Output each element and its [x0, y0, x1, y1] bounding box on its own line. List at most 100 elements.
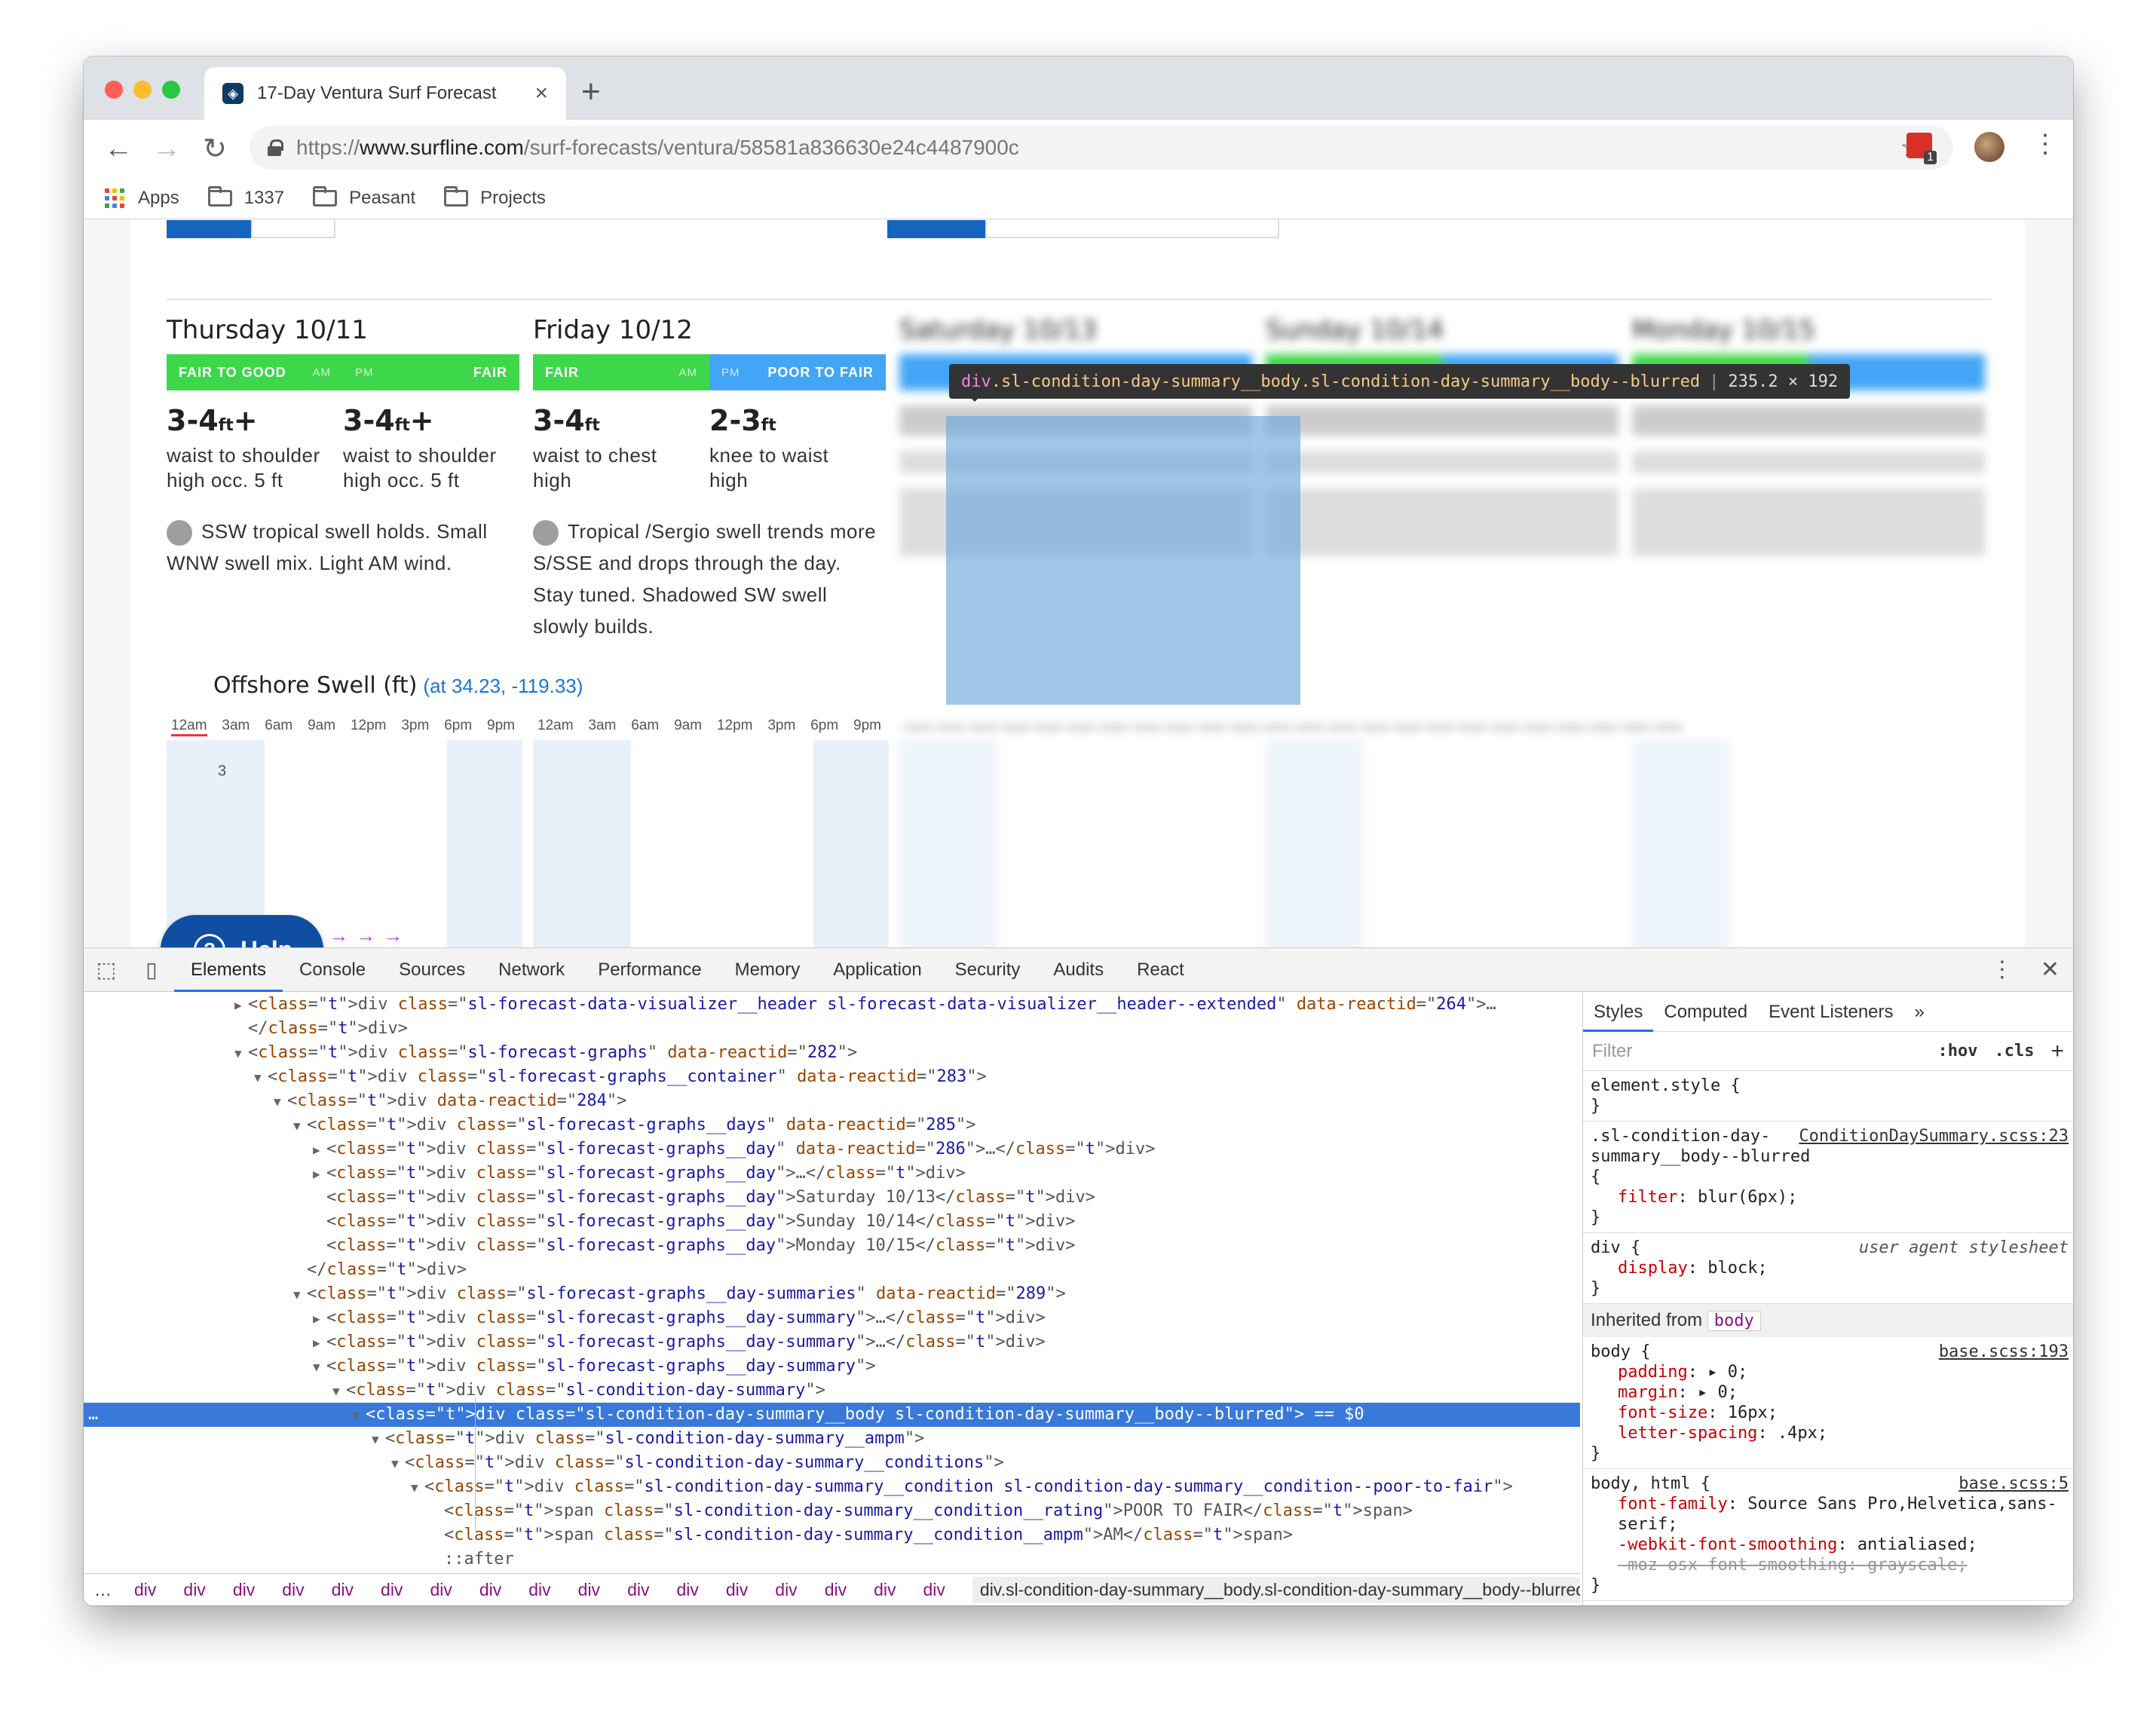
bookmark-folder-projects[interactable]: Projects [444, 185, 546, 209]
devtools-menu-icon[interactable]: ⋮ [1991, 956, 2014, 983]
expand-toggle-icon: ▼ [391, 1456, 399, 1471]
breadcrumb-item[interactable]: div [825, 1580, 847, 1600]
device-toolbar-icon[interactable]: ▯ [129, 957, 174, 982]
dom-node-row[interactable]: ▶ <class="t">div class="sl-forecast-graph… [84, 1306, 1580, 1330]
breadcrumb-item[interactable]: div [282, 1580, 304, 1600]
am-height: 3-4ft [533, 404, 600, 437]
breadcrumb-item[interactable]: div [332, 1580, 354, 1600]
dom-node-row[interactable]: </class="t">div> [84, 1017, 1580, 1041]
tab-performance[interactable]: Performance [581, 948, 718, 992]
dom-node-row[interactable]: ▼ <class="t">div class="sl-forecast-graph… [84, 1113, 1580, 1137]
css-rule[interactable]: .sl-condition-day-summary__body--blurred… [1583, 1122, 2073, 1233]
inspect-element-icon[interactable]: ⬚ [84, 957, 129, 982]
tab-audits[interactable]: Audits [1037, 948, 1120, 992]
view-toggle-graph[interactable] [167, 220, 251, 238]
breadcrumb-item[interactable]: div [627, 1580, 649, 1600]
breadcrumb-item[interactable]: div [479, 1580, 501, 1600]
breadcrumb-item[interactable]: div [775, 1580, 797, 1600]
address-bar[interactable]: https://www.surfline.com/surf-forecasts/… [250, 126, 1953, 170]
breadcrumb-current[interactable]: div.sl-condition-day-summary__body.sl-co… [972, 1577, 1580, 1603]
tab-console[interactable]: Console [283, 948, 382, 992]
browser-menu-icon[interactable]: ⋮ [2032, 129, 2058, 159]
elements-tree[interactable]: ▶ <class="t">div class="sl-forecast-data-… [84, 993, 1580, 1573]
hov-toggle[interactable]: :hov [1938, 1042, 1978, 1060]
dom-node-row[interactable]: <class="t">div class="sl-forecast-graphs… [84, 1186, 1580, 1210]
dom-node-row[interactable]: … ▼ <class="t">div class="sl-condition-day… [84, 1403, 1580, 1427]
range-tab-active[interactable] [887, 220, 985, 238]
dom-node-row[interactable]: ▼ <class="t">div class="sl-forecast-graph… [84, 1065, 1580, 1089]
reload-icon[interactable]: ↻ [191, 132, 239, 166]
pm-occasional: high [709, 469, 749, 491]
bookmark-apps[interactable]: Apps [105, 188, 179, 209]
breadcrumb-overflow[interactable]: … [94, 1580, 112, 1600]
inherited-tag[interactable]: body [1707, 1311, 1761, 1331]
tab-react[interactable]: React [1120, 948, 1201, 992]
minimize-window-button[interactable] [133, 81, 152, 99]
am-description: waist to shoulder [167, 444, 320, 467]
dom-node-row[interactable]: ▼ <class="t">div data-reactid="284"> [84, 1089, 1580, 1113]
view-toggle-table[interactable] [251, 220, 335, 238]
css-rule[interactable]: element.style {} [1583, 1071, 2073, 1122]
dom-node-row[interactable]: ▶ <class="t">div class="sl-forecast-graph… [84, 1162, 1580, 1186]
tab-application[interactable]: Application [816, 948, 938, 992]
new-rule-icon[interactable]: + [2050, 1039, 2064, 1064]
dom-node-row[interactable]: ::after [84, 1547, 1580, 1572]
cls-toggle[interactable]: .cls [1994, 1042, 2034, 1060]
zoom-window-button[interactable] [162, 81, 180, 99]
report-text: SSW tropical swell holds. Small WNW swel… [167, 520, 488, 574]
new-tab-icon[interactable]: + [581, 73, 601, 111]
devtools-close-icon[interactable]: ✕ [2041, 956, 2060, 983]
dom-node-row[interactable]: <class="t">div class="sl-forecast-graphs… [84, 1234, 1580, 1258]
extension-icon[interactable]: 1 [1906, 133, 1937, 164]
dom-node-row[interactable]: ▼ <class="t">div class="sl-forecast-graph… [84, 1041, 1580, 1065]
close-tab-icon[interactable]: × [534, 81, 548, 106]
breadcrumb-item[interactable]: div [726, 1580, 748, 1600]
breadcrumb-item[interactable]: div [430, 1580, 452, 1600]
tab-event-listeners[interactable]: Event Listeners [1758, 1002, 1903, 1023]
dom-node-row[interactable]: <class="t">span class="sl-condition-day-… [84, 1523, 1580, 1547]
breadcrumb-item[interactable]: div [528, 1580, 550, 1600]
breadcrumb-item[interactable]: div [233, 1580, 255, 1600]
tab-network[interactable]: Network [482, 948, 581, 992]
tab-styles[interactable]: Styles [1583, 993, 1654, 1032]
dom-node-row[interactable]: </class="t">div> [84, 1258, 1580, 1282]
range-tabs[interactable] [985, 220, 1279, 238]
dom-node-row[interactable]: ▶ <class="t">div class="sl-forecast-data-… [84, 993, 1580, 1017]
tab-sources[interactable]: Sources [382, 948, 482, 992]
bookmark-folder-peasant[interactable]: Peasant [313, 185, 415, 209]
tab-memory[interactable]: Memory [718, 948, 817, 992]
dom-node-row[interactable]: ▼ <class="t">div class="sl-forecast-graph… [84, 1354, 1580, 1379]
forward-icon[interactable]: → [142, 133, 191, 165]
breadcrumb-item[interactable]: div [381, 1580, 403, 1600]
browser-tab[interactable]: ◈ 17-Day Ventura Surf Forecast × [204, 67, 566, 120]
bookmark-folder-1337[interactable]: 1337 [207, 185, 284, 209]
breadcrumb-item[interactable]: div [676, 1580, 698, 1600]
tab-elements[interactable]: Elements [174, 948, 283, 992]
dom-node-row[interactable]: ▶ <class="t">div class="sl-forecast-graph… [84, 1330, 1580, 1354]
dom-node-row[interactable]: <class="t">div class="sl-forecast-graphs… [84, 1210, 1580, 1234]
breadcrumb-item[interactable]: div [134, 1580, 156, 1600]
more-tabs-icon[interactable]: » [1904, 1002, 1935, 1023]
dom-node-row[interactable]: ▼ <class="t">div class="sl-condition-day-… [84, 1451, 1580, 1475]
breadcrumb-item[interactable]: div [923, 1580, 945, 1600]
css-rule[interactable]: body {base.scss:193 padding: ▸ 0; margin: … [1583, 1337, 2073, 1469]
dom-node-row[interactable]: ▶ <class="t">div class="sl-forecast-graph… [84, 1137, 1580, 1162]
breadcrumb-item[interactable]: div [578, 1580, 600, 1600]
tab-security[interactable]: Security [939, 948, 1037, 992]
css-rule[interactable]: body, html {base.scss:5 font-family: Sour… [1583, 1469, 2073, 1601]
close-window-button[interactable] [105, 81, 123, 99]
dom-node-row[interactable]: ▼ <class="t">div class="sl-condition-day-… [84, 1475, 1580, 1499]
dom-node-row[interactable]: ▼ <class="t">div class="sl-forecast-graph… [84, 1282, 1580, 1306]
profile-avatar[interactable] [1974, 132, 2004, 162]
breadcrumb-item[interactable]: div [183, 1580, 205, 1600]
back-icon[interactable]: ← [94, 133, 142, 165]
tab-computed[interactable]: Computed [1653, 1002, 1758, 1023]
dom-node-row[interactable]: ▼ <class="t">div class="sl-condition-day-… [84, 1379, 1580, 1403]
dom-node-row[interactable]: <class="t">span class="sl-condition-day-… [84, 1499, 1580, 1523]
help-button[interactable]: ? Help [161, 915, 323, 947]
styles-filter[interactable]: Filter :hov .cls + [1583, 1032, 2073, 1071]
css-rule[interactable]: div {user agent stylesheet display: block… [1583, 1233, 2073, 1304]
dom-node-row[interactable]: ▼ <class="t">div class="sl-condition-day-… [84, 1427, 1580, 1451]
offshore-coords[interactable]: (at 34.23, -119.33) [423, 675, 583, 697]
breadcrumb-item[interactable]: div [874, 1580, 896, 1600]
